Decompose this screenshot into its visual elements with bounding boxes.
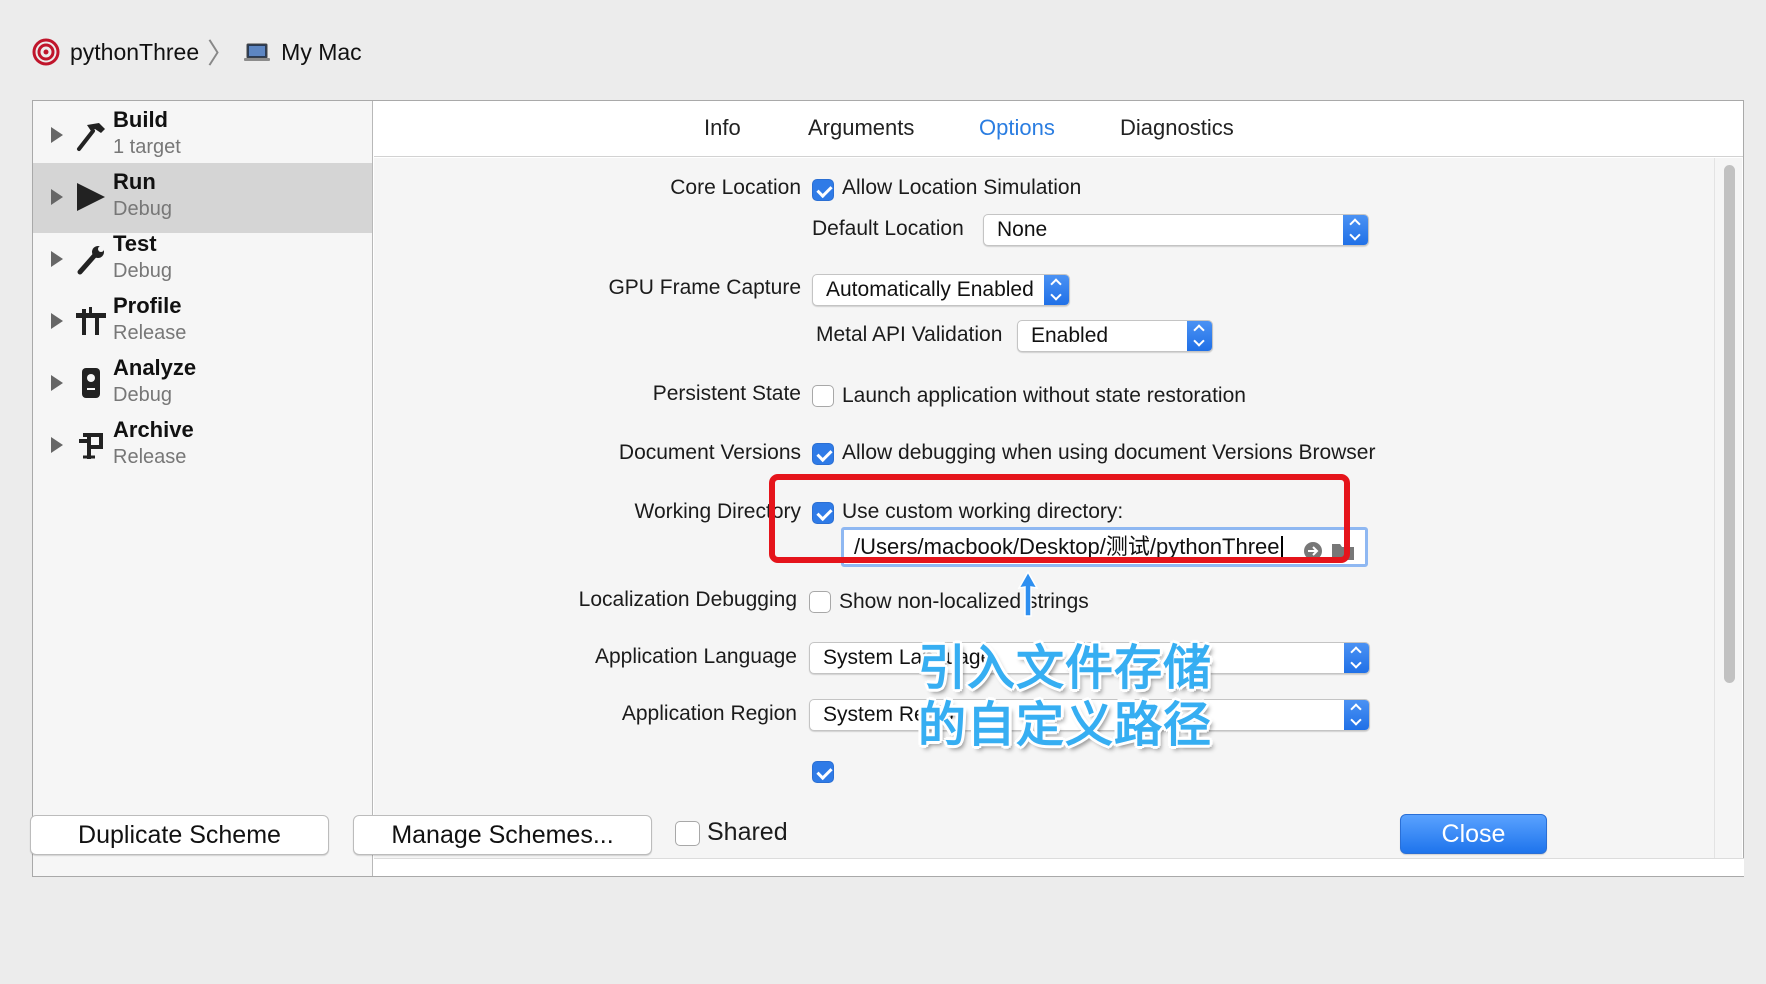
use-custom-working-directory-label[interactable]: Use custom working directory:: [842, 500, 1123, 524]
tab-diagnostics[interactable]: Diagnostics: [1120, 115, 1234, 141]
action-subtitle: Release: [113, 322, 187, 344]
action-title: Archive: [113, 417, 194, 442]
action-title: Test: [113, 231, 157, 256]
working-directory-path: /Users/macbook/Desktop/测试/pythonThree: [854, 534, 1280, 559]
manage-schemes-button[interactable]: Manage Schemes...: [353, 815, 652, 855]
gpu-frame-capture-value: Automatically Enabled: [826, 278, 1034, 301]
destination-name[interactable]: My Mac: [281, 39, 362, 66]
allow-versions-debugging-checkbox[interactable]: [812, 443, 834, 465]
tab-bar: Info Arguments Options Diagnostics: [374, 101, 1743, 157]
annotation-arrow-icon: [1017, 570, 1039, 617]
archive-icon: [73, 427, 109, 463]
scheme-name[interactable]: pythonThree: [70, 39, 199, 66]
sidebar-item-run[interactable]: Run Debug: [33, 163, 372, 233]
reveal-arrow-icon[interactable]: [1303, 537, 1323, 560]
action-title: Build: [113, 107, 168, 132]
action-subtitle: Debug: [113, 384, 172, 406]
duplicate-scheme-button[interactable]: Duplicate Scheme: [30, 815, 329, 855]
default-location-value: None: [997, 218, 1048, 241]
launch-without-state-restoration-checkbox[interactable]: [812, 385, 834, 407]
action-subtitle: Release: [113, 446, 187, 468]
action-subtitle: 1 target: [113, 136, 181, 158]
sidebar-item-archive[interactable]: Archive Release: [33, 411, 372, 481]
scheme-breadcrumb[interactable]: pythonThree 〉 My Mac: [32, 34, 362, 70]
disclosure-triangle-icon[interactable]: [51, 127, 63, 143]
popup-arrows-icon: [1343, 215, 1368, 245]
scheme-action-sidebar: Build 1 target Run Debug Test Debug Prof…: [33, 101, 373, 876]
metal-api-validation-popup[interactable]: Enabled: [1017, 320, 1213, 352]
content-bottom-strip: [374, 858, 1744, 876]
text-caret: [1280, 536, 1283, 561]
disclosure-triangle-icon[interactable]: [51, 313, 63, 329]
vertical-scrollbar[interactable]: [1714, 158, 1742, 858]
shared-label[interactable]: Shared: [707, 818, 788, 847]
persistent-state-label: Persistent State: [652, 382, 801, 405]
application-region-label: Application Region: [621, 702, 797, 725]
use-custom-working-directory-checkbox[interactable]: [812, 502, 834, 524]
action-subtitle: Debug: [113, 260, 172, 282]
disclosure-triangle-icon[interactable]: [51, 375, 63, 391]
tab-arguments[interactable]: Arguments: [808, 115, 914, 141]
partially-hidden-checkbox[interactable]: [812, 761, 834, 783]
action-subtitle: Debug: [113, 198, 172, 220]
working-directory-path-field[interactable]: /Users/macbook/Desktop/测试/pythonThree: [841, 527, 1368, 567]
laptop-icon: [243, 42, 271, 62]
allow-versions-debugging-label[interactable]: Allow debugging when using document Vers…: [842, 441, 1375, 465]
action-title: Profile: [113, 293, 182, 318]
wrench-icon: [73, 241, 109, 277]
tab-info[interactable]: Info: [704, 115, 741, 141]
default-location-label: Default Location: [812, 217, 964, 240]
metal-api-validation-label: Metal API Validation: [816, 323, 1003, 346]
target-icon: [32, 38, 60, 66]
scheme-editor-panel: Build 1 target Run Debug Test Debug Prof…: [32, 100, 1744, 877]
hammer-icon: [73, 117, 109, 153]
disclosure-triangle-icon[interactable]: [51, 251, 63, 267]
application-language-label: Application Language: [594, 645, 797, 668]
allow-location-simulation-checkbox[interactable]: [812, 179, 834, 201]
disclosure-triangle-icon[interactable]: [51, 437, 63, 453]
instruments-icon: [73, 303, 109, 339]
action-title: Analyze: [113, 355, 197, 380]
localization-debugging-label: Localization Debugging: [578, 588, 797, 611]
gpu-frame-capture-popup[interactable]: Automatically Enabled: [812, 274, 1070, 306]
chevron-right-icon: 〉: [207, 38, 236, 69]
document-versions-label: Document Versions: [618, 441, 801, 464]
metal-api-validation-value: Enabled: [1031, 324, 1109, 347]
options-content: Info Arguments Options Diagnostics Core …: [374, 101, 1744, 876]
core-location-label: Core Location: [670, 176, 801, 199]
popup-arrows-icon: [1044, 275, 1069, 305]
sidebar-item-test[interactable]: Test Debug: [33, 225, 372, 295]
popup-arrows-icon: [1187, 321, 1212, 351]
allow-location-simulation-label[interactable]: Allow Location Simulation: [842, 176, 1081, 200]
show-non-localized-strings-checkbox[interactable]: [809, 591, 831, 613]
analyze-icon: [73, 365, 109, 401]
popup-arrows-icon: [1344, 700, 1369, 730]
shared-checkbox[interactable]: [675, 821, 700, 846]
scrollbar-thumb[interactable]: [1724, 165, 1735, 683]
sidebar-item-profile[interactable]: Profile Release: [33, 287, 372, 357]
play-icon: [73, 179, 109, 215]
disclosure-triangle-icon[interactable]: [51, 189, 63, 205]
sidebar-item-build[interactable]: Build 1 target: [33, 101, 372, 171]
folder-icon[interactable]: [1331, 537, 1355, 560]
default-location-popup[interactable]: None: [983, 214, 1369, 246]
action-title: Run: [113, 169, 156, 194]
annotation-line-2: 的自定义路径: [918, 697, 1213, 753]
launch-without-state-restoration-label[interactable]: Launch application without state restora…: [842, 384, 1246, 408]
tab-options[interactable]: Options: [979, 115, 1055, 141]
gpu-frame-capture-label: GPU Frame Capture: [608, 276, 801, 299]
working-directory-label: Working Directory: [634, 500, 801, 523]
close-button[interactable]: Close: [1400, 814, 1547, 854]
show-non-localized-strings-label[interactable]: Show non-localized strings: [839, 590, 1089, 614]
popup-arrows-icon: [1344, 643, 1369, 673]
sidebar-item-analyze[interactable]: Analyze Debug: [33, 349, 372, 419]
